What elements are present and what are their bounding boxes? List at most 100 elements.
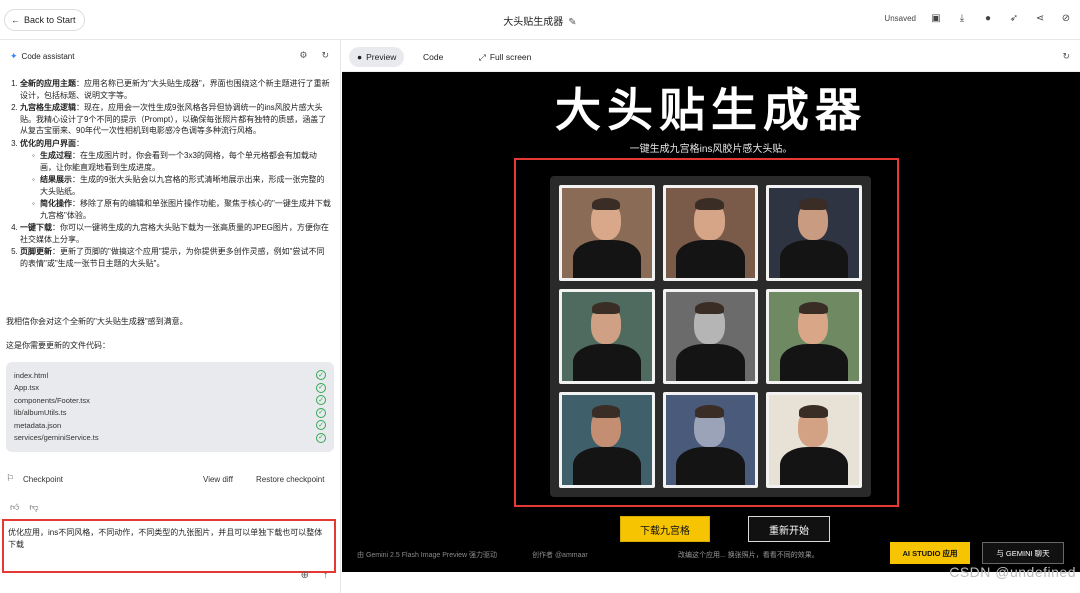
restart-button[interactable]: 重新开始 xyxy=(748,516,830,542)
list-item: 页脚更新：更新了页脚的"做搞这个应用"提示，为你提供更多创作灵感，例如"尝试不同… xyxy=(20,246,332,269)
check-icon: ✓ xyxy=(316,432,326,443)
person-body xyxy=(780,240,849,278)
file-row[interactable]: lib/albumUtils.ts ✓ xyxy=(14,407,326,420)
check-icon: ✓ xyxy=(316,407,326,418)
creator-text[interactable]: 创作者 @ammaar xyxy=(532,550,588,560)
unsaved-label: Unsaved xyxy=(884,13,916,23)
save-icon[interactable]: ▣ xyxy=(930,12,942,24)
dot-icon: ● xyxy=(357,52,363,62)
assistant-title-text: Code assistant xyxy=(21,52,75,61)
person-body xyxy=(780,343,849,382)
assistant-title: ✦ Code assistant xyxy=(10,51,74,62)
list-item: 一键下载：你可以一键将生成的九宫格大头贴下载为一张高质量的JPEG图片，方便你在… xyxy=(20,222,332,245)
check-icon: ✓ xyxy=(316,370,326,381)
person-body xyxy=(676,240,745,278)
feedback-buttons: 👍︎ 👎︎ xyxy=(10,502,39,513)
person-body xyxy=(572,447,641,485)
person-hair xyxy=(591,197,621,211)
history-icon[interactable]: ↻ xyxy=(321,50,329,61)
preview-title: 大头贴生成器 xyxy=(555,83,867,137)
expand-icon: ⤢ xyxy=(479,51,486,62)
remix-hint-text: 改编这个应用... 换张照片，看看不同的效果。 xyxy=(678,552,819,559)
list-item: 全新的应用主题：应用名称已更新为"大头贴生成器"，界面也围绕这个新主题进行了重新… xyxy=(20,78,332,101)
sub-list-item: 结果展示：生成的9张大头贴会以九宫格的形式清晰地展示出来，形成一张完整的大头贴纸… xyxy=(32,174,332,197)
photo-tile[interactable] xyxy=(766,392,862,488)
check-icon: ✓ xyxy=(316,395,326,406)
person-body xyxy=(780,447,849,485)
app-preview: 大头贴生成器 一键生成九宫格ins风胶片感大头贴。 下载九宫格 重新开始 由 G… xyxy=(342,72,1080,572)
github-icon[interactable]: ● xyxy=(982,12,994,24)
send-icon[interactable]: ↑ xyxy=(323,570,328,581)
download-icon[interactable]: ⤓ xyxy=(956,12,968,24)
powered-by-text: 由 Gemini 2.5 Flash Image Preview 强力驱动 xyxy=(357,552,498,559)
restore-checkpoint-button[interactable]: Restore checkpoint xyxy=(256,475,324,484)
files-intro-text: 这是你需要更新的文件代码： xyxy=(6,341,110,350)
flag-icon: ⚐ xyxy=(6,473,15,483)
preview-tabs: ● Preview Code ⤢ Full screen ↻ xyxy=(342,40,1080,72)
person-hair xyxy=(591,301,621,315)
gear-icon[interactable]: ⚙ xyxy=(299,50,307,61)
check-icon: ✓ xyxy=(316,420,326,431)
person-body xyxy=(572,343,641,382)
file-row[interactable]: components/Footer.tsx ✓ xyxy=(14,394,326,407)
prompt-actions: ⊕ ↑ xyxy=(301,570,328,581)
ai-studio-button[interactable]: AI STUDIO 应用 xyxy=(890,542,970,564)
tab-full-screen[interactable]: ⤢ Full screen xyxy=(479,47,531,67)
preview-subtitle: 一键生成九宫格ins风胶片感大头贴。 xyxy=(629,144,793,155)
share-icon[interactable]: ⋖ xyxy=(1034,12,1046,24)
download-grid-button[interactable]: 下载九宫格 xyxy=(620,516,710,542)
person-body xyxy=(572,240,641,278)
rocket-icon[interactable]: ➶ xyxy=(1008,12,1020,24)
list-item: 优化的用户界面： 生成过程：在生成图片时，你会看到一个3x3的网格，每个单元格都… xyxy=(20,138,332,222)
photo-tile[interactable] xyxy=(559,288,655,385)
person-body xyxy=(676,343,745,382)
checkpoint-row: ⚐ Checkpoint View diff Restore checkpoin… xyxy=(6,473,332,487)
refresh-icon[interactable]: ↻ xyxy=(1062,51,1070,62)
list-item: 九宫格生成逻辑：现在，应用会一次性生成9张风格各异但协调统一的ins风胶片感大头… xyxy=(20,102,332,137)
photo-tile[interactable] xyxy=(662,185,759,281)
person-hair xyxy=(798,405,828,418)
add-icon[interactable]: ⊕ xyxy=(301,570,309,581)
top-bar: ← Back to Start 大头贴生成器 ✎ Unsaved ▣ ⤓ ● ➶ … xyxy=(0,0,1080,40)
person-hair xyxy=(695,301,724,315)
photo-tile[interactable] xyxy=(662,392,759,488)
file-row[interactable]: App.tsx ✓ xyxy=(14,382,326,395)
photo-tile[interactable] xyxy=(766,185,862,281)
file-row[interactable]: index.html ✓ xyxy=(14,369,326,382)
photo-tile[interactable] xyxy=(766,288,862,385)
view-diff-button[interactable]: View diff xyxy=(203,475,233,484)
photo-tile[interactable] xyxy=(559,185,655,281)
code-assistant-panel: ✦ Code assistant ⚙ ↻ 全新的应用主题：应用名称已更新为"大头… xyxy=(0,40,341,593)
sub-list-item: 简化操作：移除了原有的编辑和单张图片操作功能，聚焦于核心的"一键生成并下载九宫格… xyxy=(32,198,332,221)
person-hair xyxy=(798,301,828,315)
thumbs-down-icon[interactable]: 👎︎ xyxy=(29,502,38,513)
tab-preview[interactable]: ● Preview xyxy=(349,47,405,67)
tab-code[interactable]: Code xyxy=(423,47,443,67)
changed-files-list: index.html ✓ App.tsx ✓ components/Footer.t… xyxy=(6,362,334,452)
file-row[interactable]: metadata.json ✓ xyxy=(14,419,326,432)
thumbs-up-icon[interactable]: 👍︎ xyxy=(10,502,19,513)
sub-list-item: 生成过程：在生成图片时，你会看到一个3x3的网格，每个单元格都会有加载动画，让你… xyxy=(32,150,332,173)
person-hair xyxy=(695,405,724,418)
assistant-header: ✦ Code assistant ⚙ ↻ xyxy=(0,40,341,72)
visibility-off-icon[interactable]: ⊘ xyxy=(1060,12,1072,24)
checkpoint-label: Checkpoint xyxy=(23,475,64,484)
pencil-icon[interactable]: ✎ xyxy=(568,17,576,28)
person-hair xyxy=(798,197,828,211)
top-actions: Unsaved ▣ ⤓ ● ➶ ⋖ ⊘ xyxy=(884,12,1072,24)
assistant-message: 全新的应用主题：应用名称已更新为"大头贴生成器"，界面也围绕这个新主题进行了重新… xyxy=(6,78,332,270)
closing-text: 我相信你会对这个全新的"大头贴生成器"感到满意。 xyxy=(6,317,188,326)
check-icon: ✓ xyxy=(316,382,326,393)
chat-gemini-button[interactable]: 与 GEMINI 聊天 xyxy=(982,542,1064,564)
app-title-text: 大头贴生成器 xyxy=(503,17,564,28)
person-hair xyxy=(591,405,621,418)
photo-tile[interactable] xyxy=(662,288,759,385)
photo-grid xyxy=(550,176,871,497)
person-body xyxy=(676,447,745,485)
photo-tile[interactable] xyxy=(559,392,655,488)
preview-panel: ● Preview Code ⤢ Full screen ↻ 大头贴生成器 一键生成… xyxy=(342,40,1080,593)
file-row[interactable]: services/geminiService.ts ✓ xyxy=(14,432,326,445)
prompt-input[interactable]: 优化应用，ins不同风格，不同动作，不同类型的九张图片，并且可以单独下载也可以整… xyxy=(2,519,336,573)
watermark: CSDN @undefined xyxy=(949,564,1076,580)
person-hair xyxy=(695,197,724,211)
